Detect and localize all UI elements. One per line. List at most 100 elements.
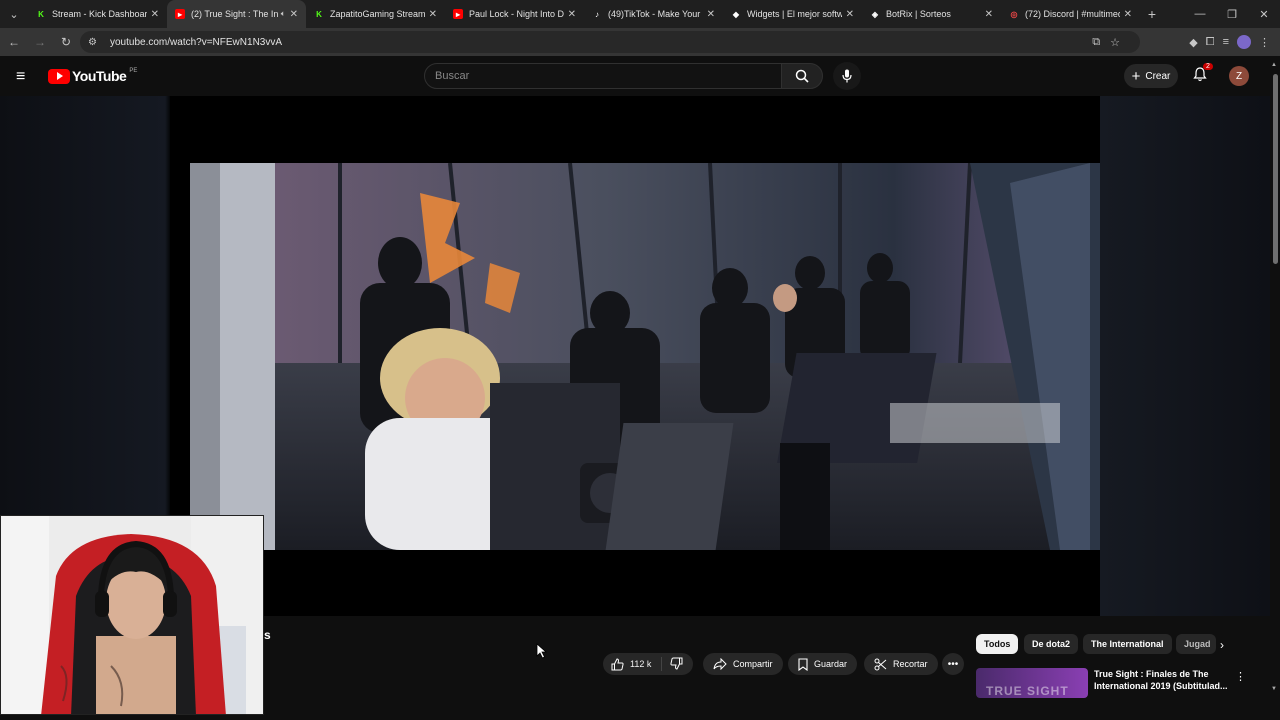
window-controls: — ❐ ✕ <box>1184 0 1280 28</box>
chip-all[interactable]: Todos <box>976 634 1019 654</box>
extension-area: ◆ ⧠ ≡ ⋮ <box>1189 28 1270 56</box>
recommended-menu-icon[interactable]: ⋮ <box>1235 670 1246 683</box>
browser-tab[interactable]: K ZapatitoGaming Stream ✕ <box>306 0 445 28</box>
extensions-puzzle-icon[interactable]: ⧠ <box>1206 36 1215 49</box>
minimize-icon[interactable]: — <box>1184 0 1216 28</box>
diamond-icon: ◆ <box>732 9 740 19</box>
clip-button[interactable]: Recortar <box>864 653 938 675</box>
tab-search-icon[interactable]: ⌄ <box>0 0 28 28</box>
browser-tab-bar: ⌄ K Stream - Kick Dashboard ✕ ▸ (2) True Sig… <box>0 0 1280 28</box>
save-button[interactable]: Guardar <box>788 653 858 675</box>
browser-tab[interactable]: ▸ Paul Lock - Night Into Da ✕ <box>445 0 584 28</box>
close-tab-icon[interactable]: ✕ <box>429 9 437 20</box>
youtube-wordmark: YouTube <box>72 68 127 84</box>
discord-icon: ◎ <box>1010 9 1018 19</box>
like-dislike-group: 112 k <box>603 653 693 675</box>
more-actions-button[interactable]: ••• <box>942 653 964 675</box>
notifications-button[interactable]: 2 <box>1193 63 1213 85</box>
search-button[interactable] <box>781 63 823 89</box>
youtube-header: ≡ YouTube PE Buscar + Crear 2 Z <box>0 56 1280 96</box>
chip-dota2[interactable]: De dota2 <box>1024 634 1079 654</box>
close-tab-icon[interactable]: ✕ <box>290 9 298 20</box>
tab-title: (72) Discord | #multimed <box>1025 9 1120 19</box>
chevron-right-icon[interactable]: › <box>1220 638 1224 652</box>
browser-menu-icon[interactable]: ⋮ <box>1259 36 1270 49</box>
close-window-icon[interactable]: ✕ <box>1248 0 1280 28</box>
browser-tab[interactable]: ♪ (49)TikTok - Make Your D ✕ <box>584 0 723 28</box>
thumbs-down-icon <box>670 657 683 670</box>
extension-diamond-icon[interactable]: ◆ <box>1189 36 1197 49</box>
scissors-icon <box>874 658 887 670</box>
scroll-up-icon[interactable]: ▲ <box>1271 62 1277 68</box>
video-content[interactable] <box>190 163 1100 550</box>
botrix-icon: ◈ <box>871 9 879 19</box>
create-label: Crear <box>1145 70 1171 82</box>
recommended-thumbnail[interactable]: TRUE SIGHT <box>976 668 1088 698</box>
webcam-feed-image <box>1 516 263 714</box>
search-icon <box>795 69 809 83</box>
close-tab-icon[interactable]: ✕ <box>568 9 576 20</box>
hamburger-menu-icon[interactable]: ≡ <box>16 68 32 86</box>
address-bar[interactable]: ⚙ youtube.com/watch?v=NFEwN1N3vvA ⧉ ☆ <box>80 31 1140 53</box>
plus-icon: + <box>1131 67 1141 85</box>
url-text: youtube.com/watch?v=NFEwN1N3vvA <box>110 36 283 48</box>
close-tab-icon[interactable]: ✕ <box>707 9 715 20</box>
share-button[interactable]: Compartir <box>703 653 783 675</box>
browser-toolbar: ← → ↻ ⚙ youtube.com/watch?v=NFEwN1N3vvA … <box>0 28 1280 56</box>
browser-tab[interactable]: ◈ BotRix | Sorteos ✕ <box>862 0 1001 28</box>
browser-tab[interactable]: ▸ (2) True Sight : The Int 🔈︎ ✕ <box>167 0 306 28</box>
profile-avatar[interactable] <box>1237 35 1251 49</box>
browser-tab[interactable]: ◎ (72) Discord | #multimed ✕ <box>1001 0 1140 28</box>
scroll-down-icon[interactable]: ▼ <box>1271 686 1277 692</box>
save-label: Guardar <box>814 659 848 669</box>
thumbs-up-icon <box>611 657 624 670</box>
site-info-icon[interactable]: ⚙ <box>88 37 102 48</box>
kick-icon: K <box>316 9 322 19</box>
close-tab-icon[interactable]: ✕ <box>985 9 993 20</box>
account-avatar[interactable]: Z <box>1229 66 1249 86</box>
chip-the-international[interactable]: The International <box>1083 634 1172 654</box>
country-code: PE <box>129 68 138 74</box>
restore-icon[interactable]: ❐ <box>1216 0 1248 28</box>
bookmark-star-icon[interactable]: ☆ <box>1110 36 1120 49</box>
browser-tab[interactable]: ◆ Widgets | El mejor softwa ✕ <box>723 0 862 28</box>
tab-title: Stream - Kick Dashboard <box>52 9 147 19</box>
search-input[interactable]: Buscar <box>424 63 782 89</box>
media-control-icon[interactable]: ≡ <box>1223 36 1229 48</box>
tiktok-icon: ♪ <box>595 9 599 19</box>
tab-strip: K Stream - Kick Dashboard ✕ ▸ (2) True Sight… <box>28 0 1140 28</box>
tab-title: ZapatitoGaming Stream <box>330 9 425 19</box>
cursor-arrow-icon <box>536 643 548 659</box>
omnibox-actions: ⧉ ☆ <box>1092 36 1120 49</box>
close-tab-icon[interactable]: ✕ <box>1124 9 1132 20</box>
tab-title: (2) True Sight : The Int <box>191 9 278 19</box>
youtube-play-icon <box>48 68 70 84</box>
close-tab-icon[interactable]: ✕ <box>846 9 854 20</box>
scrollbar-thumb[interactable] <box>1273 74 1278 264</box>
reload-icon[interactable]: ↻ <box>54 30 78 54</box>
like-button[interactable]: 112 k <box>603 657 663 671</box>
video-scene-image <box>190 163 1100 550</box>
speaker-icon[interactable]: 🔈︎ <box>281 9 286 19</box>
share-label: Compartir <box>733 659 773 669</box>
tab-title: (49)TikTok - Make Your D <box>608 9 703 19</box>
dislike-button[interactable] <box>662 657 683 672</box>
install-icon[interactable]: ⧉ <box>1092 36 1100 49</box>
youtube-logo[interactable]: YouTube PE <box>48 68 137 84</box>
kick-icon: K <box>38 9 44 19</box>
voice-search-button[interactable] <box>833 62 861 90</box>
more-horizontal-icon: ••• <box>947 658 959 670</box>
clip-label: Recortar <box>893 659 928 669</box>
browser-tab[interactable]: K Stream - Kick Dashboard ✕ <box>28 0 167 28</box>
tab-title: Widgets | El mejor softwa <box>747 9 842 19</box>
create-button[interactable]: + Crear <box>1124 64 1178 88</box>
new-tab-button[interactable]: + <box>1140 0 1164 28</box>
forward-icon[interactable]: → <box>28 30 52 54</box>
recommended-title[interactable]: True Sight : Finales de The Internationa… <box>1094 668 1229 692</box>
thumbnail-text: TRUE SIGHT <box>986 684 1069 698</box>
back-icon[interactable]: ← <box>2 30 26 54</box>
chip-jugadores[interactable]: Jugad <box>1176 634 1216 654</box>
close-tab-icon[interactable]: ✕ <box>151 9 159 20</box>
bookmark-icon <box>798 657 808 671</box>
page-scrollbar[interactable]: ▲ ▼ <box>1270 56 1280 720</box>
